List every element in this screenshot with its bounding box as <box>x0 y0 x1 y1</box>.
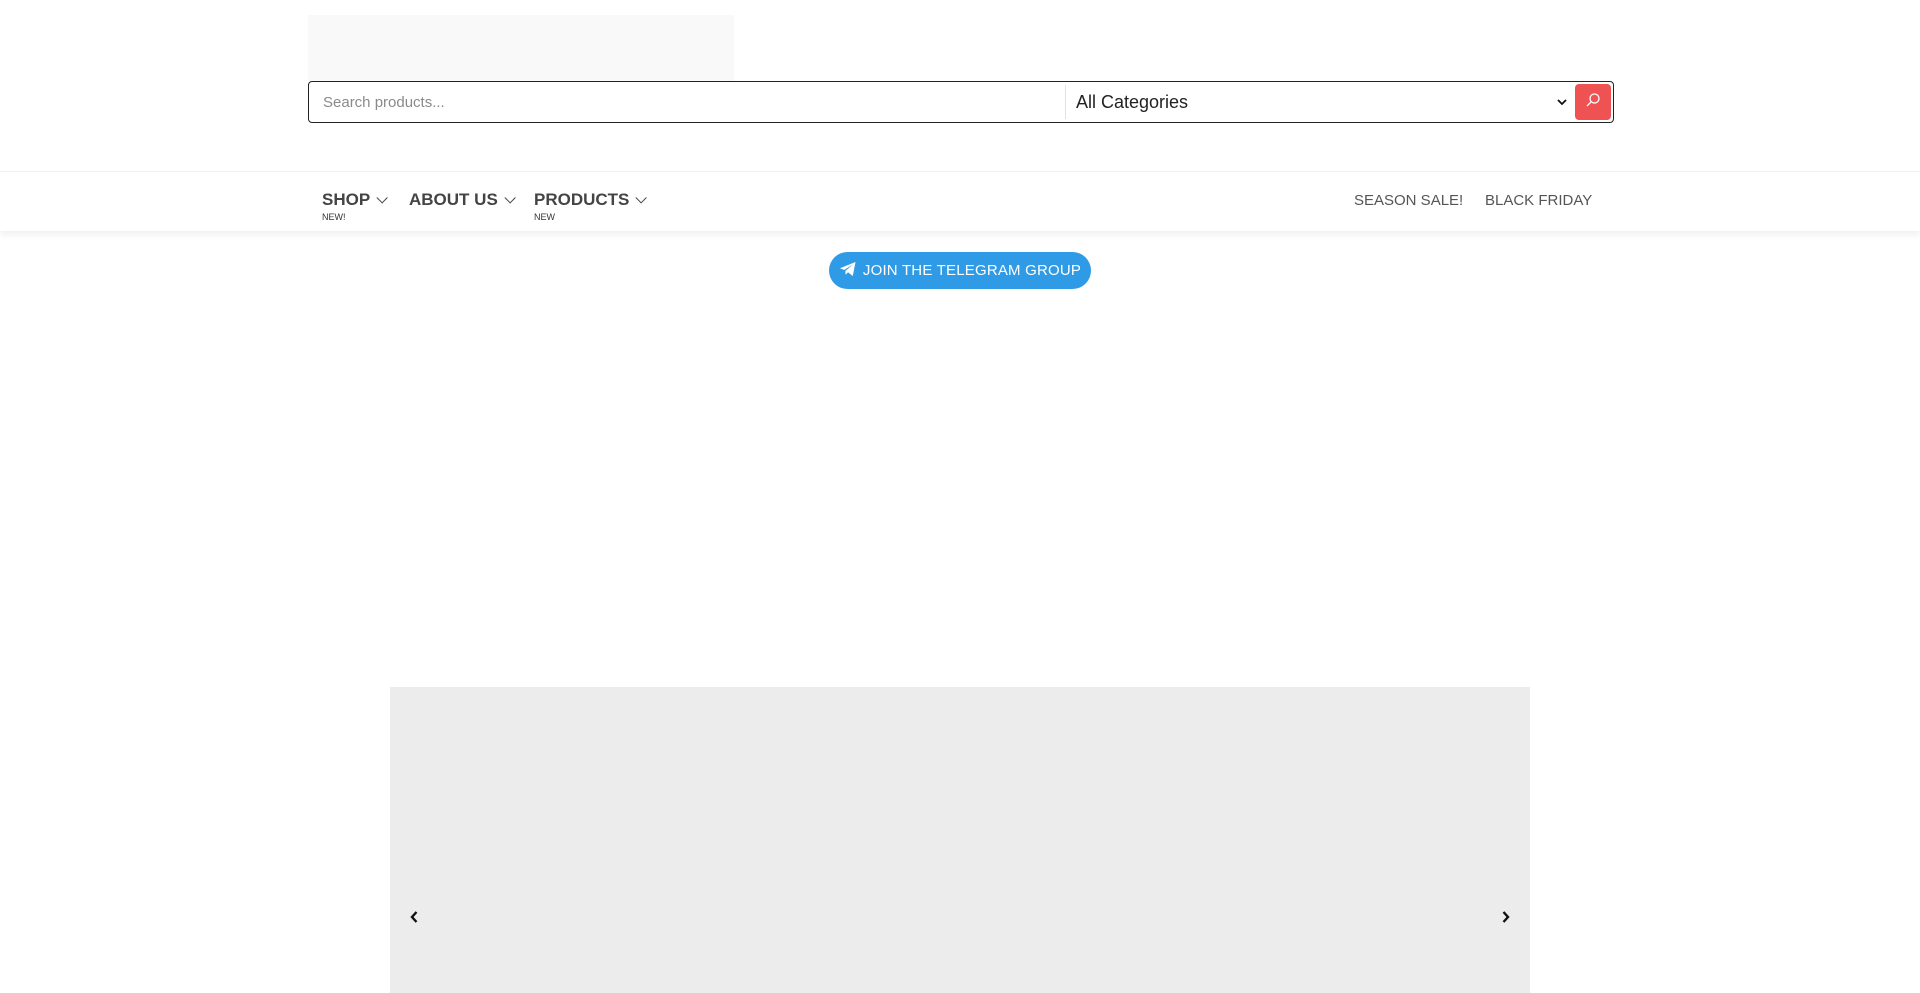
telegram-join-label: JOIN THE TELEGRAM GROUP <box>862 262 1082 279</box>
chevron-down-icon <box>504 192 516 204</box>
nav-item-about-us[interactable]: ABOUT US <box>409 190 516 210</box>
nav-item-label: ABOUT US <box>409 190 498 209</box>
slider-prev-button[interactable] <box>404 909 424 929</box>
nav-link-black-friday[interactable]: BLACK FRIDAY <box>1485 192 1592 209</box>
nav-item-products[interactable]: PRODUCTS <box>534 190 648 210</box>
slider-next-button[interactable] <box>1496 909 1516 929</box>
nav-link-season-sale[interactable]: SEASON SALE! <box>1354 192 1463 209</box>
search-bar: All Categories <box>308 81 1614 123</box>
hero-slider <box>390 687 1530 993</box>
chevron-down-icon <box>1557 95 1567 109</box>
site-header: All Categories <box>0 0 1920 171</box>
site-logo[interactable] <box>308 15 734 81</box>
category-select-value: All Categories <box>1076 91 1189 112</box>
search-button[interactable] <box>1575 84 1611 120</box>
nav-item-shop[interactable]: SHOP <box>322 190 388 210</box>
telegram-join-button[interactable]: JOIN THE TELEGRAM GROUP <box>829 252 1091 289</box>
chevron-left-icon <box>409 910 419 929</box>
search-icon <box>1585 92 1601 113</box>
nav-badge-products: NEW <box>534 212 555 222</box>
search-input[interactable] <box>309 82 1065 122</box>
nav-badge-shop: NEW! <box>322 212 346 222</box>
main-nav: SHOP NEW! ABOUT US PRODUCTS NEW SEASON S… <box>0 171 1920 231</box>
nav-item-label: PRODUCTS <box>534 190 630 209</box>
nav-item-label: SHOP <box>322 190 371 209</box>
chevron-right-icon <box>1501 910 1511 929</box>
category-select[interactable]: All Categories <box>1066 82 1575 122</box>
telegram-plane-icon <box>839 261 863 281</box>
chevron-down-icon <box>376 192 388 204</box>
chevron-down-icon <box>635 192 648 204</box>
